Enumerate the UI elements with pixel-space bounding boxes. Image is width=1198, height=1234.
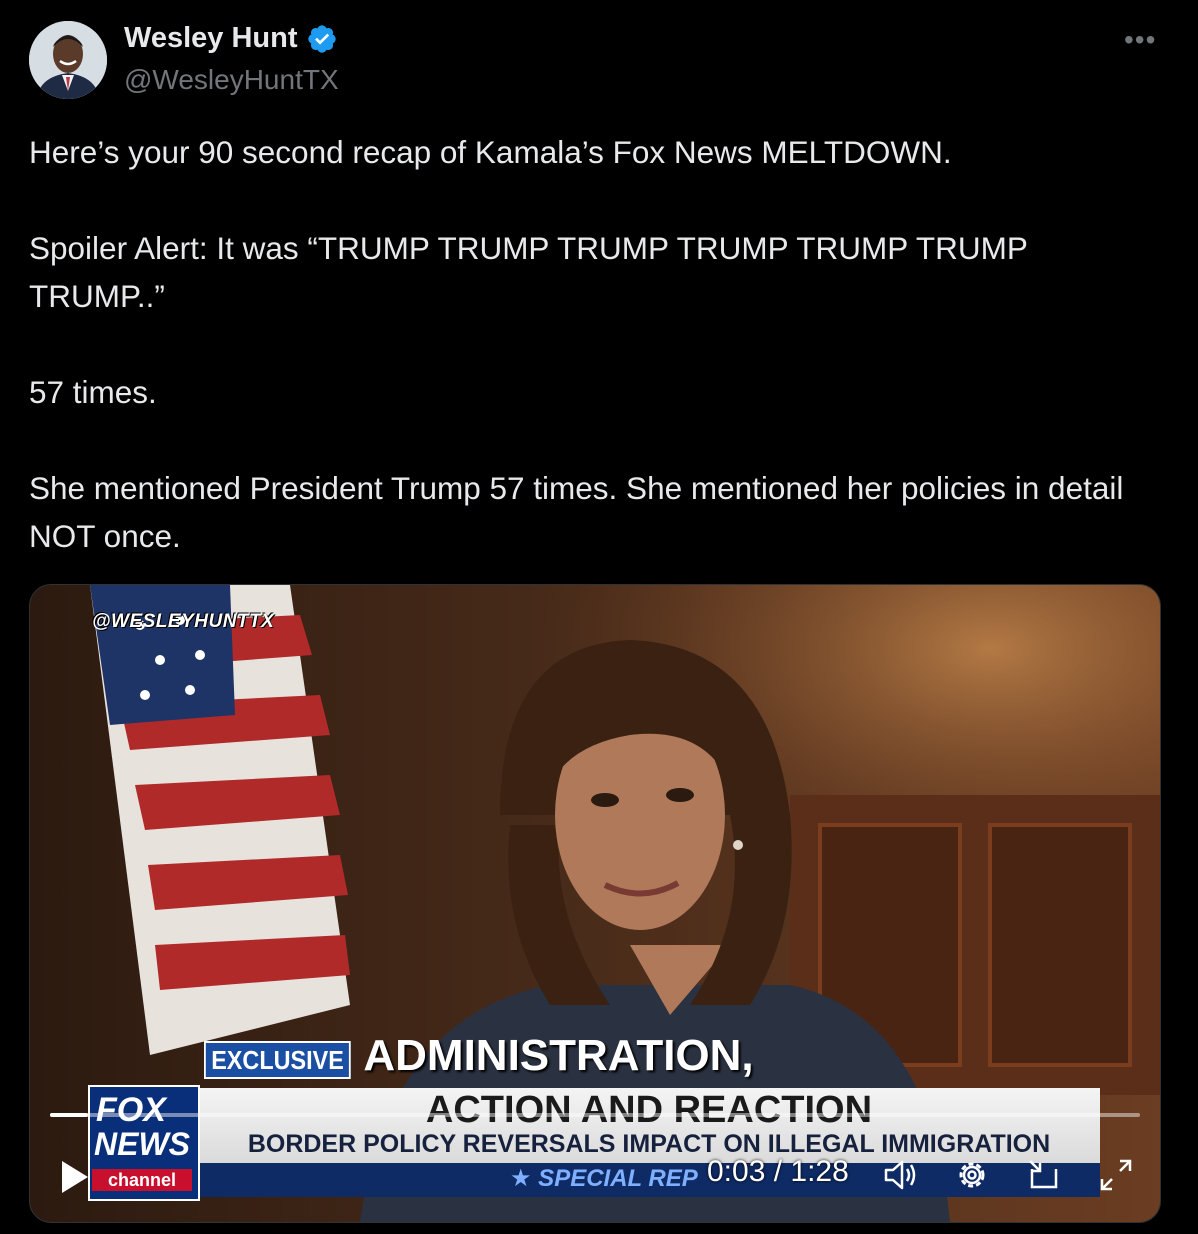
progress-bar[interactable] — [50, 1113, 1140, 1117]
tweet-paragraph: Spoiler Alert: It was “TRUMP TRUMP TRUMP… — [29, 230, 1028, 314]
tweet-paragraph: 57 times. — [29, 374, 157, 410]
author-name[interactable]: Wesley Hunt — [124, 22, 298, 55]
exclusive-tag: EXCLUSIVE — [204, 1041, 352, 1079]
player-controls: 0:03 / 1:28 — [30, 1145, 1160, 1205]
fullscreen-icon[interactable] — [1096, 1155, 1136, 1195]
more-icon[interactable]: ••• — [1124, 24, 1156, 56]
volume-icon[interactable] — [880, 1155, 920, 1195]
avatar[interactable] — [29, 21, 107, 99]
time-display: 0:03 / 1:28 — [707, 1155, 849, 1188]
play-icon[interactable] — [60, 1159, 90, 1195]
tweet-paragraph: She mentioned President Trump 57 times. … — [29, 470, 1124, 554]
picture-in-picture-icon[interactable] — [1024, 1155, 1064, 1195]
gear-icon[interactable] — [952, 1155, 992, 1195]
video-player[interactable]: @WESLEYHUNTTX EXCLUSIVE ADMINISTRATION, … — [29, 584, 1161, 1223]
avatar-image — [29, 21, 107, 99]
verified-badge-icon — [307, 24, 336, 53]
chyron-headline: EXCLUSIVE ADMINISTRATION, — [204, 1033, 754, 1079]
progress-fill — [50, 1113, 89, 1117]
tweet-text: Here’s your 90 second recap of Kamala’s … — [29, 128, 1169, 560]
chyron-line1: ACTION AND REACTION — [425, 1089, 873, 1131]
logo-fox: FOX — [96, 1091, 166, 1129]
chyron-headline-text: ADMINISTRATION, — [363, 1031, 754, 1080]
author-name-row: Wesley Hunt — [124, 22, 338, 55]
tweet-paragraph: Here’s your 90 second recap of Kamala’s … — [29, 134, 952, 170]
author-handle[interactable]: @WesleyHuntTX — [124, 64, 339, 96]
video-watermark: @WESLEYHUNTTX — [92, 611, 275, 632]
